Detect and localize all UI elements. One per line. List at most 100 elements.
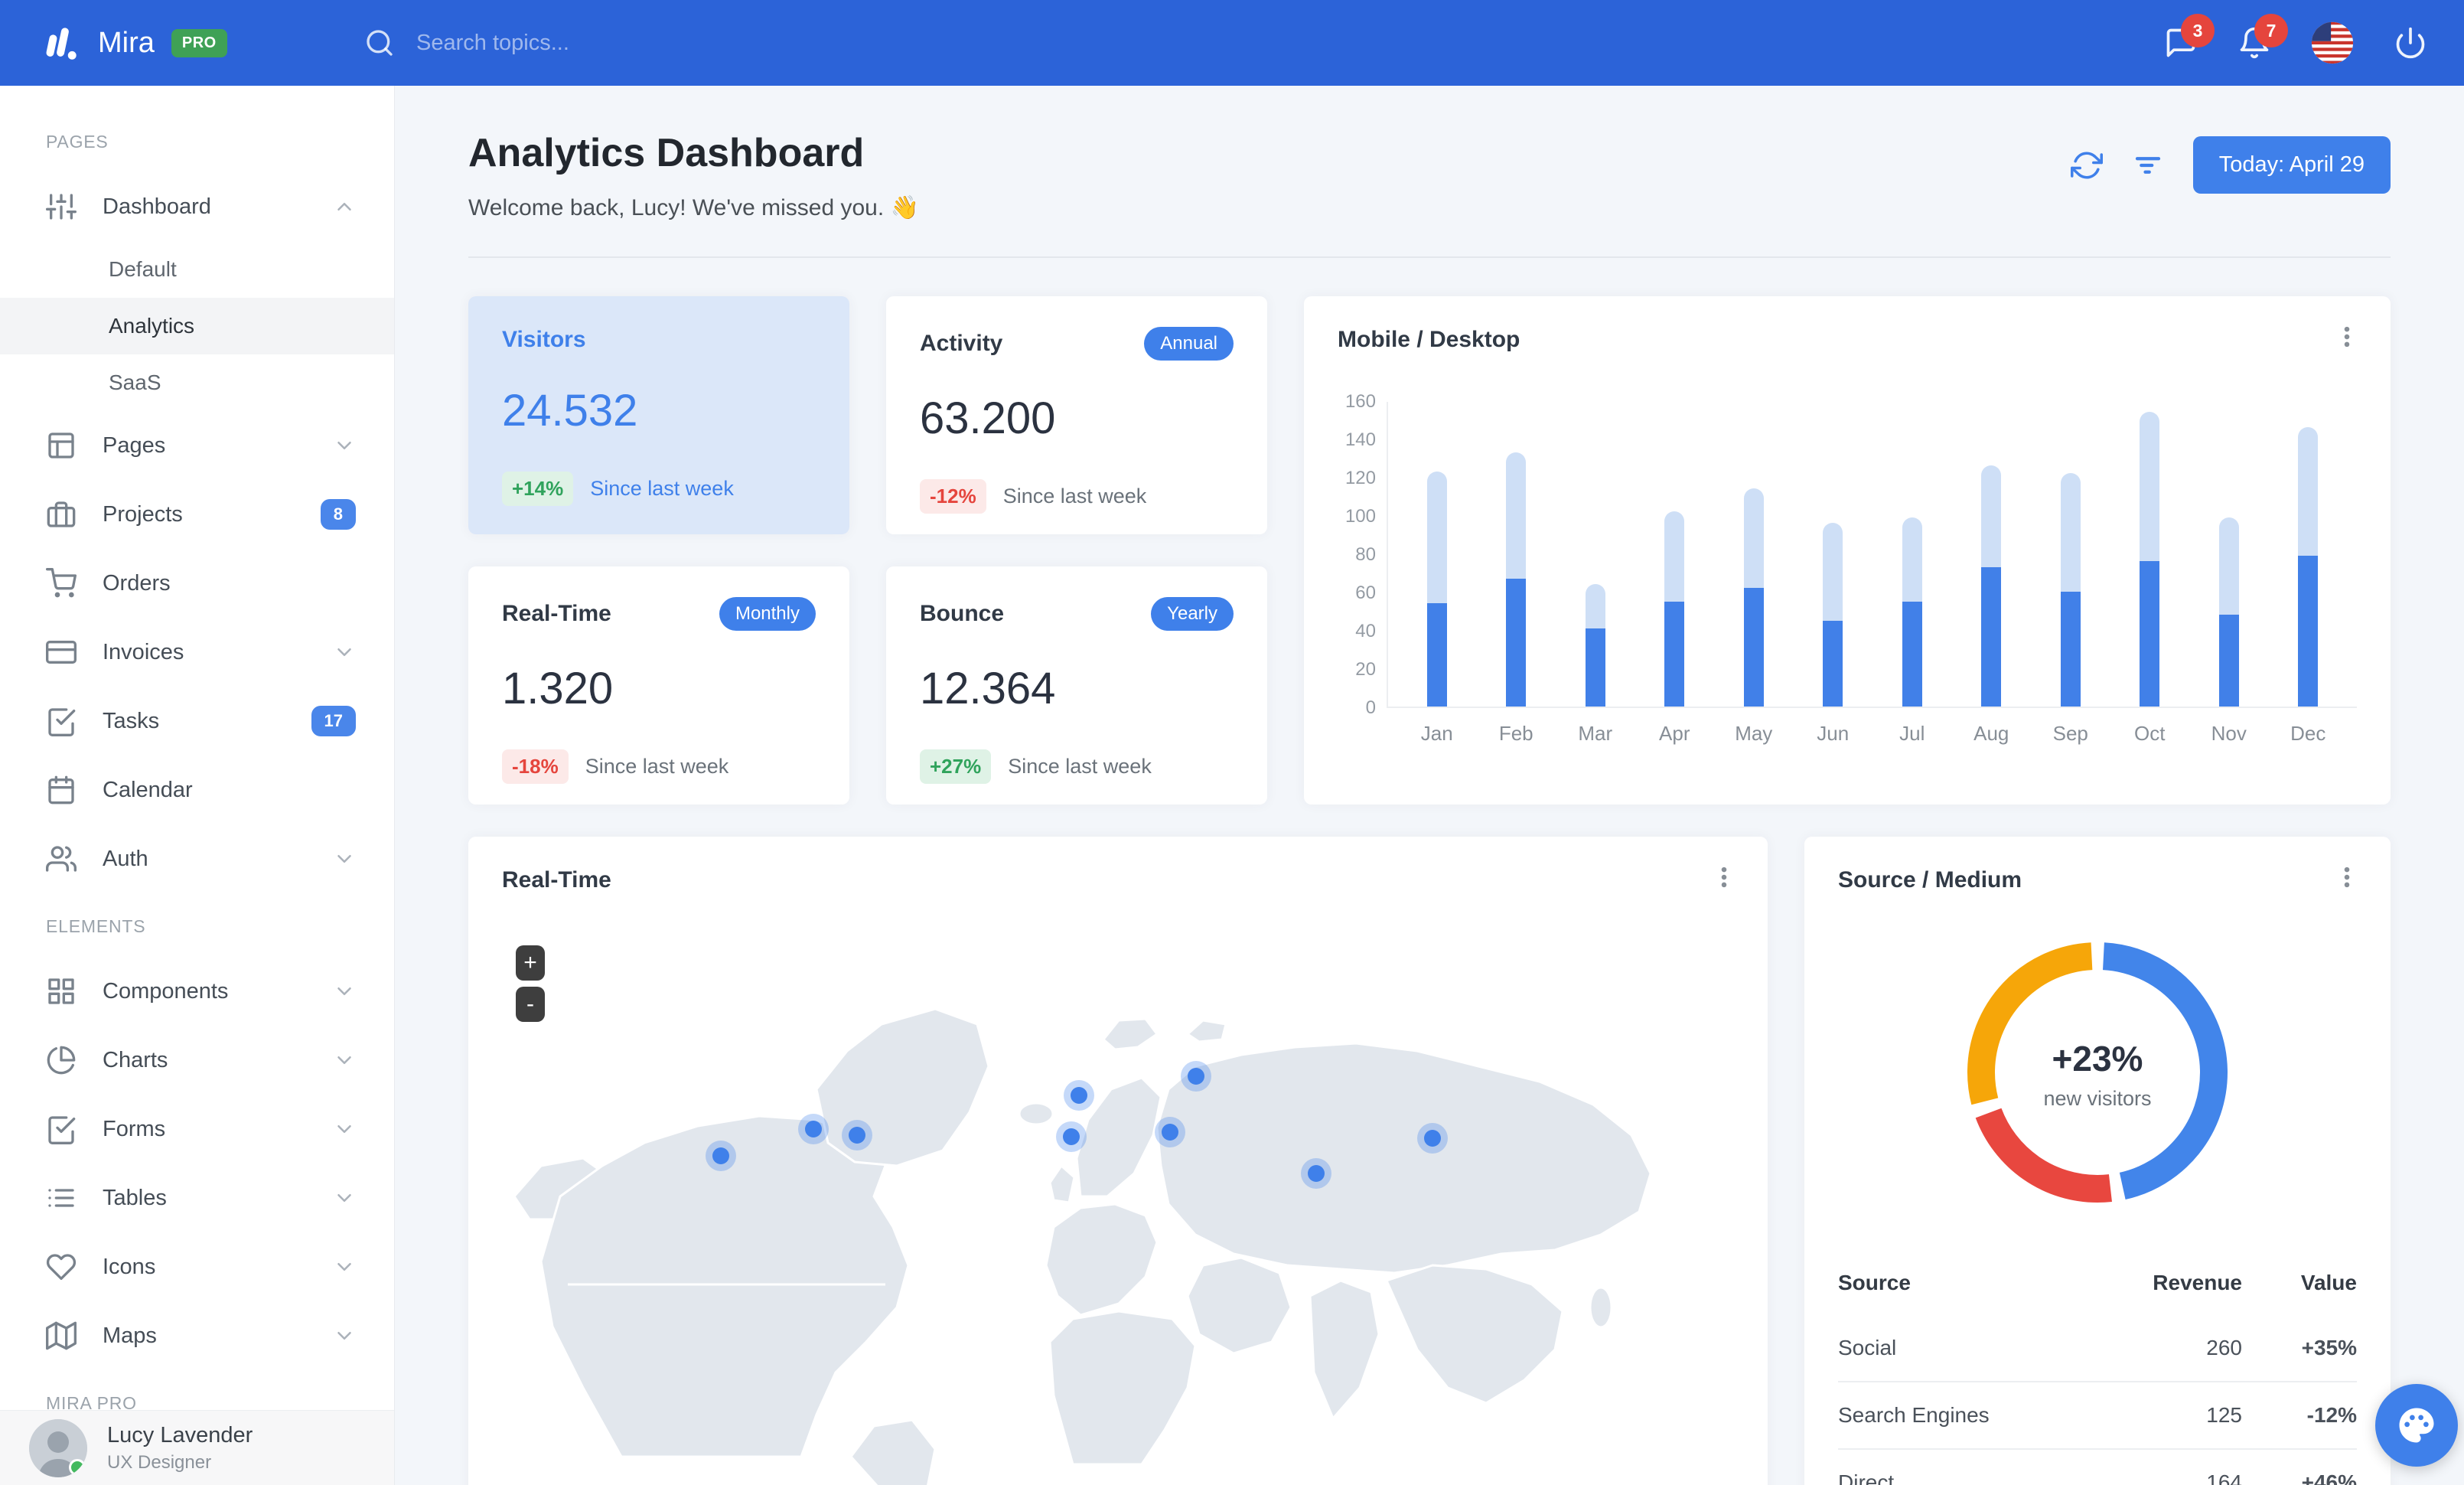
header-divider (468, 256, 2391, 258)
map-marker-9[interactable] (1424, 1130, 1441, 1147)
source-medium-card: Source / Medium +23% new visitors Source (1804, 837, 2391, 1485)
sidebar-item-icons[interactable]: Icons (0, 1232, 394, 1301)
sidebar-item-projects[interactable]: Projects 8 (0, 480, 394, 549)
sidebar-section-label-mira-pro: MIRA PRO (46, 1393, 137, 1410)
date-range-button[interactable]: Today: April 29 (2192, 136, 2391, 194)
notifications-count-badge: 7 (2254, 14, 2288, 47)
column-header-source: Source (1838, 1271, 1911, 1294)
bar-dec (2269, 427, 2348, 707)
mira-logo-icon (37, 21, 81, 65)
chevron-down-icon (333, 1324, 356, 1347)
chevron-down-icon (333, 980, 356, 1003)
sidebar-item-dashboard[interactable]: Dashboard (0, 172, 394, 241)
sidebar-item-charts[interactable]: Charts (0, 1026, 394, 1095)
messages-button[interactable]: 3 (2164, 14, 2215, 60)
x-tick-oct: Oct (2134, 722, 2166, 745)
sidebar-item-invoices[interactable]: Invoices (0, 618, 394, 687)
user-name: Lucy Lavender (107, 1423, 253, 1448)
welcome-message: Welcome back, Lucy! We've missed you. 👋 (468, 195, 919, 220)
map-marker-7[interactable] (1162, 1124, 1178, 1141)
brand[interactable]: Mira PRO (37, 21, 364, 65)
sidebar-subitem-default[interactable]: Default (0, 241, 394, 298)
chevron-down-icon (333, 1118, 356, 1141)
x-tick-aug: Aug (1973, 722, 2009, 745)
stat-period-badge[interactable]: Annual (1144, 327, 1234, 361)
stat-period-badge[interactable]: Monthly (719, 597, 816, 631)
orders-icon (46, 568, 77, 599)
sidebar-item-orders[interactable]: Orders (0, 549, 394, 618)
sidebar-item-calendar[interactable]: Calendar (0, 756, 394, 824)
sidebar-user[interactable]: Lucy Lavender UX Designer (0, 1410, 394, 1485)
stat-card-activity: Activity Annual 63.200 -12% Since last week (886, 296, 1267, 534)
chevron-up-icon (333, 195, 356, 218)
world-map[interactable] (468, 837, 1768, 1485)
map-marker-5[interactable] (1188, 1068, 1204, 1085)
notifications-button[interactable]: 7 (2237, 14, 2288, 60)
stat-note: Since last week (1002, 485, 1147, 508)
more-options-icon[interactable] (2334, 864, 2360, 894)
sidebar-item-maps[interactable]: Maps (0, 1301, 394, 1370)
stat-value: 1.320 (502, 664, 614, 713)
map-marker-3[interactable] (849, 1127, 865, 1144)
calendar-icon (46, 775, 77, 805)
stat-note: Since last week (585, 755, 729, 778)
top-navbar: Mira PRO 3 7 (0, 0, 2464, 86)
stat-card-bounce: Bounce Yearly 12.364 +27% Since last week (886, 566, 1267, 805)
map-marker-4[interactable] (1071, 1087, 1087, 1104)
sidebar-item-auth[interactable]: Auth (0, 824, 394, 893)
search-input[interactable] (415, 29, 843, 57)
tables-icon (46, 1183, 77, 1213)
stat-delta-badge: -12% (920, 479, 986, 514)
more-options-icon[interactable] (1711, 864, 1737, 894)
sidebar-item-components[interactable]: Components (0, 957, 394, 1026)
sidebar-badge: 8 (320, 499, 356, 530)
bar-nov (2189, 517, 2269, 707)
bar-jan (1397, 471, 1477, 707)
bar-aug (1952, 465, 2032, 707)
sidebar-item-forms[interactable]: Forms (0, 1095, 394, 1164)
map-marker-2[interactable] (805, 1121, 822, 1137)
map-marker-6[interactable] (1063, 1128, 1080, 1145)
stat-title: Bounce (920, 601, 1005, 626)
stat-value: 24.532 (502, 386, 638, 436)
maps-icon (46, 1320, 77, 1351)
stat-delta-badge: +27% (920, 749, 992, 784)
map-marker-1[interactable] (712, 1147, 729, 1164)
chevron-down-icon (333, 1255, 356, 1278)
map-zoom-in-button[interactable]: + (516, 945, 545, 981)
charts-icon (46, 1045, 77, 1075)
filter-button[interactable] (2132, 149, 2164, 181)
logout-button[interactable] (2394, 26, 2427, 60)
stat-title: Real-Time (502, 601, 611, 626)
components-icon (46, 976, 77, 1007)
icons-icon (46, 1252, 77, 1282)
source-medium-table: Source Revenue Value Social 260 +35% Search… (1838, 1255, 2357, 1485)
bar-apr (1635, 511, 1715, 707)
more-options-icon[interactable] (2334, 324, 2360, 354)
pages-icon (46, 430, 77, 461)
pro-badge: PRO (171, 28, 227, 57)
map-marker-8[interactable] (1308, 1165, 1325, 1182)
sidebar-subitem-saas[interactable]: SaaS (0, 354, 394, 411)
sidebar-item-tasks[interactable]: Tasks 17 (0, 687, 394, 756)
x-tick-jan: Jan (1420, 722, 1453, 745)
donut-chart: +23% new visitors (1967, 942, 2228, 1206)
refresh-button[interactable] (2070, 149, 2103, 181)
sidebar-item-pages[interactable]: Pages (0, 411, 394, 480)
navbar-search[interactable] (364, 28, 843, 58)
x-tick-mar: Mar (1578, 722, 1613, 745)
us-flag-icon (2311, 21, 2354, 64)
sidebar-subitem-analytics[interactable]: Analytics (0, 298, 394, 354)
language-flag-button[interactable] (2311, 21, 2354, 64)
stat-delta-badge: +14% (502, 472, 574, 506)
map-zoom-out-button[interactable]: - (516, 987, 545, 1022)
forms-icon (46, 1114, 77, 1144)
table-row-social: Social 260 +35% (1838, 1336, 2357, 1359)
stat-period-badge[interactable]: Yearly (1151, 597, 1234, 631)
sidebar-item-tables[interactable]: Tables (0, 1164, 394, 1232)
theme-settings-fab[interactable] (2375, 1384, 2458, 1467)
palette-icon (2399, 1408, 2434, 1443)
mobile-desktop-card: Mobile / Desktop 0 20 40 60 80 100 120 140 160 J… (1304, 296, 2391, 805)
bar-mar (1556, 584, 1635, 707)
chart-title: Mobile / Desktop (1338, 327, 1520, 352)
